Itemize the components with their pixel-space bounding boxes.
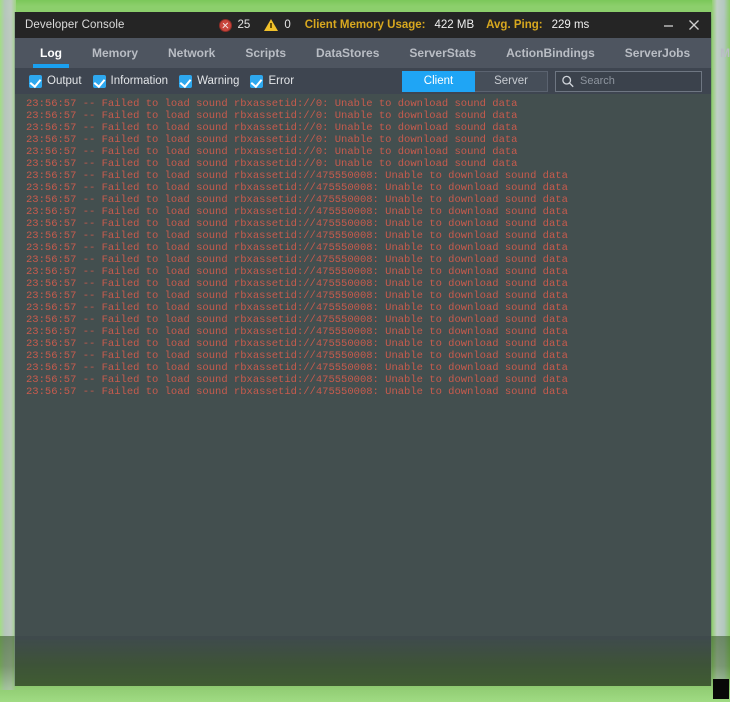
- title-bar[interactable]: Developer Console 25 0 Client Memory Usa…: [15, 12, 711, 38]
- resize-handle[interactable]: [713, 679, 729, 699]
- log-line: 23:56:57 -- Failed to load sound rbxasse…: [26, 182, 568, 194]
- log-line: 23:56:57 -- Failed to load sound rbxasse…: [26, 254, 568, 266]
- search-box[interactable]: [555, 70, 702, 92]
- log-line: 23:56:57 -- Failed to load sound rbxasse…: [26, 302, 568, 314]
- warning-count: 0: [284, 19, 291, 31]
- tab-scripts[interactable]: Scripts: [230, 38, 301, 68]
- log-line: 23:56:57 -- Failed to load sound rbxasse…: [26, 386, 568, 398]
- log-line: 23:56:57 -- Failed to load sound rbxasse…: [26, 350, 568, 362]
- tab-actionbindings[interactable]: ActionBindings: [491, 38, 610, 68]
- filter-checkbox-group: Output Information Warning Error: [29, 74, 305, 88]
- log-line: 23:56:57 -- Failed to load sound rbxasse…: [26, 362, 568, 374]
- log-line: 23:56:57 -- Failed to load sound rbxasse…: [26, 266, 568, 278]
- tab-datastores[interactable]: DataStores: [301, 38, 394, 68]
- tab-serverjobs[interactable]: ServerJobs: [610, 38, 705, 68]
- avg-ping-value: 229 ms: [551, 19, 590, 31]
- error-count: 25: [237, 19, 251, 31]
- log-line: 23:56:57 -- Failed to load sound rbxasse…: [26, 278, 568, 290]
- log-line: 23:56:57 -- Failed to load sound rbxasse…: [26, 146, 518, 158]
- window-controls: [657, 12, 705, 38]
- log-line: 23:56:57 -- Failed to load sound rbxasse…: [26, 314, 568, 326]
- stats-group: 25 0 Client Memory Usage: 422 MB Avg. Pi…: [218, 18, 590, 32]
- server-toggle-button[interactable]: Server: [475, 70, 548, 92]
- client-toggle-button[interactable]: Client: [402, 70, 475, 92]
- log-line: 23:56:57 -- Failed to load sound rbxasse…: [26, 242, 568, 254]
- checkmark-icon[interactable]: [29, 74, 42, 88]
- log-line: 23:56:57 -- Failed to load sound rbxasse…: [26, 338, 568, 350]
- tab-network[interactable]: Network: [153, 38, 230, 68]
- developer-console-window: Developer Console 25 0 Client Memory Usa…: [14, 12, 730, 686]
- log-line: 23:56:57 -- Failed to load sound rbxasse…: [26, 110, 518, 122]
- tab-microprofiler[interactable]: MicroProfiler: [705, 38, 730, 68]
- filter-warning[interactable]: Warning: [179, 74, 240, 88]
- memory-usage-label: Client Memory Usage:: [304, 19, 426, 31]
- tab-bar: Log Memory Network Scripts DataStores ServerS…: [15, 38, 730, 68]
- filter-label: Output: [47, 75, 82, 87]
- search-icon: [562, 75, 574, 87]
- tab-serverstats[interactable]: ServerStats: [394, 38, 491, 68]
- log-line: 23:56:57 -- Failed to load sound rbxasse…: [26, 326, 568, 338]
- log-line: 23:56:57 -- Failed to load sound rbxasse…: [26, 134, 518, 146]
- minimize-icon: [663, 24, 673, 27]
- filter-output[interactable]: Output: [29, 74, 82, 88]
- filter-label: Information: [110, 75, 169, 87]
- log-line: 23:56:57 -- Failed to load sound rbxasse…: [26, 290, 568, 302]
- log-line: 23:56:57 -- Failed to load sound rbxasse…: [26, 122, 518, 134]
- checkmark-icon[interactable]: [92, 74, 106, 88]
- world-right-wall: [712, 0, 730, 690]
- log-line: 23:56:57 -- Failed to load sound rbxasse…: [26, 158, 518, 170]
- log-line: 23:56:57 -- Failed to load sound rbxasse…: [26, 218, 568, 230]
- log-line: 23:56:57 -- Failed to load sound rbxasse…: [26, 374, 568, 386]
- filter-bar: Output Information Warning Error Client Ser…: [15, 68, 711, 94]
- context-and-search: Client Server: [402, 70, 702, 92]
- close-button[interactable]: [683, 14, 705, 36]
- close-icon: [689, 20, 699, 30]
- log-output-pane[interactable]: 23:56:57 -- Failed to load sound rbxasse…: [15, 94, 711, 686]
- search-input[interactable]: [580, 75, 696, 87]
- checkmark-icon[interactable]: [179, 74, 193, 88]
- minimize-button[interactable]: [657, 14, 679, 36]
- avg-ping-label: Avg. Ping:: [486, 19, 543, 31]
- warning-triangle-icon: [264, 19, 279, 31]
- error-circle-icon: [218, 18, 232, 32]
- log-line: 23:56:57 -- Failed to load sound rbxasse…: [26, 98, 518, 110]
- filter-label: Warning: [197, 75, 240, 87]
- log-line: 23:56:57 -- Failed to load sound rbxasse…: [26, 170, 568, 182]
- log-line: 23:56:57 -- Failed to load sound rbxasse…: [26, 194, 568, 206]
- log-line: 23:56:57 -- Failed to load sound rbxasse…: [26, 206, 568, 218]
- tab-memory[interactable]: Memory: [77, 38, 153, 68]
- tab-log[interactable]: Log: [25, 38, 77, 68]
- filter-information[interactable]: Information: [92, 74, 169, 88]
- filter-error[interactable]: Error: [250, 74, 295, 88]
- memory-usage-value: 422 MB: [434, 19, 475, 31]
- filter-label: Error: [268, 75, 295, 87]
- checkmark-icon[interactable]: [250, 74, 264, 88]
- page-title: Developer Console: [25, 19, 125, 31]
- log-line: 23:56:57 -- Failed to load sound rbxasse…: [26, 230, 568, 242]
- log-line-list: 23:56:57 -- Failed to load sound rbxasse…: [15, 98, 711, 398]
